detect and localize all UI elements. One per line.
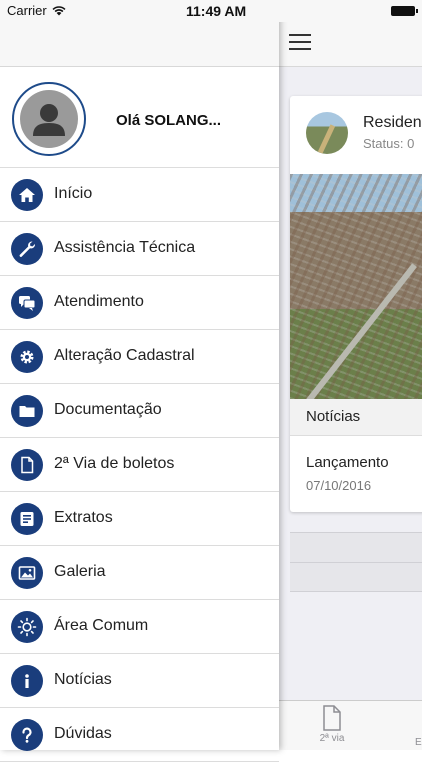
gallery-icon bbox=[11, 557, 43, 589]
list-row bbox=[290, 532, 422, 563]
tab-2via-label: 2ª via bbox=[319, 733, 345, 744]
battery-icon bbox=[391, 6, 418, 16]
tab-2via[interactable]: 2ª via bbox=[309, 705, 355, 744]
menu-item-label: Assistência Técnica bbox=[54, 239, 196, 256]
info-icon bbox=[11, 665, 43, 697]
menu-item-atendimento[interactable]: Atendimento bbox=[0, 276, 279, 330]
menu-item-label: Início bbox=[54, 185, 93, 202]
main-header bbox=[279, 22, 422, 67]
tab-next-label[interactable]: E bbox=[415, 737, 422, 748]
user-icon bbox=[33, 104, 65, 136]
project-thumbnail bbox=[306, 112, 348, 154]
menu-item-label: Documentação bbox=[54, 401, 162, 418]
tab-bar: 2ª via E bbox=[279, 700, 422, 750]
menu-item-label: Extratos bbox=[54, 509, 113, 526]
menu-item-assistencia-tecnica[interactable]: Assistência Técnica bbox=[0, 222, 279, 276]
menu-item-label: Área Comum bbox=[54, 617, 149, 634]
carrier-indicator: Carrier bbox=[7, 3, 66, 18]
home-icon bbox=[11, 179, 43, 211]
drawer-menu: Início Assistência Técnica Atendimento A… bbox=[0, 168, 279, 762]
menu-item-label: Atendimento bbox=[54, 293, 144, 310]
folder-icon bbox=[11, 395, 43, 427]
menu-item-documentacao[interactable]: Documentação bbox=[0, 384, 279, 438]
sun-icon bbox=[11, 611, 43, 643]
document-icon bbox=[11, 449, 43, 481]
status-bar: Carrier 11:49 AM bbox=[0, 0, 422, 22]
side-drawer: Olá SOLANG... Início Assistência Técnica… bbox=[0, 0, 279, 762]
wifi-icon bbox=[52, 6, 66, 16]
hamburger-menu-icon[interactable] bbox=[289, 34, 311, 52]
menu-item-label: Notícias bbox=[54, 671, 112, 688]
list-row bbox=[290, 562, 422, 592]
news-title[interactable]: Lançamento bbox=[306, 454, 389, 471]
project-title: Residen bbox=[363, 114, 422, 131]
menu-item-label: 2ª Via de boletos bbox=[54, 455, 175, 472]
user-profile[interactable]: Olá SOLANG... bbox=[0, 67, 279, 168]
gear-icon bbox=[11, 341, 43, 373]
project-status: Status: 0 bbox=[363, 136, 415, 151]
avatar bbox=[12, 82, 86, 156]
help-icon bbox=[11, 719, 43, 751]
menu-item-label: Alteração Cadastral bbox=[54, 347, 195, 364]
user-greeting: Olá SOLANG... bbox=[116, 112, 222, 129]
news-date: 07/10/2016 bbox=[306, 478, 372, 493]
menu-item-extratos[interactable]: Extratos bbox=[0, 492, 279, 546]
carrier-label: Carrier bbox=[7, 3, 47, 18]
menu-item-duvidas[interactable]: Dúvidas bbox=[0, 708, 279, 762]
menu-item-label: Galeria bbox=[54, 563, 106, 580]
main-view: Residen Status: 0 Notícias Lançamento 07… bbox=[279, 0, 422, 750]
project-card[interactable]: Residen Status: 0 Notícias Lançamento 07… bbox=[290, 96, 422, 512]
menu-item-area-comum[interactable]: Área Comum bbox=[0, 600, 279, 654]
news-section-label: Notícias bbox=[306, 408, 361, 425]
document-tab-icon bbox=[323, 705, 341, 731]
news-section-header: Notícias bbox=[290, 399, 422, 436]
project-photo bbox=[290, 174, 422, 399]
chat-icon bbox=[11, 287, 43, 319]
statement-icon bbox=[11, 503, 43, 535]
wrench-icon bbox=[11, 233, 43, 265]
menu-item-inicio[interactable]: Início bbox=[0, 168, 279, 222]
menu-item-galeria[interactable]: Galeria bbox=[0, 546, 279, 600]
menu-item-alteracao-cadastral[interactable]: Alteração Cadastral bbox=[0, 330, 279, 384]
drawer-top-bar bbox=[0, 22, 279, 67]
status-time: 11:49 AM bbox=[186, 3, 247, 19]
menu-item-noticias[interactable]: Notícias bbox=[0, 654, 279, 708]
menu-item-2via-boletos[interactable]: 2ª Via de boletos bbox=[0, 438, 279, 492]
menu-item-label: Dúvidas bbox=[54, 725, 112, 742]
